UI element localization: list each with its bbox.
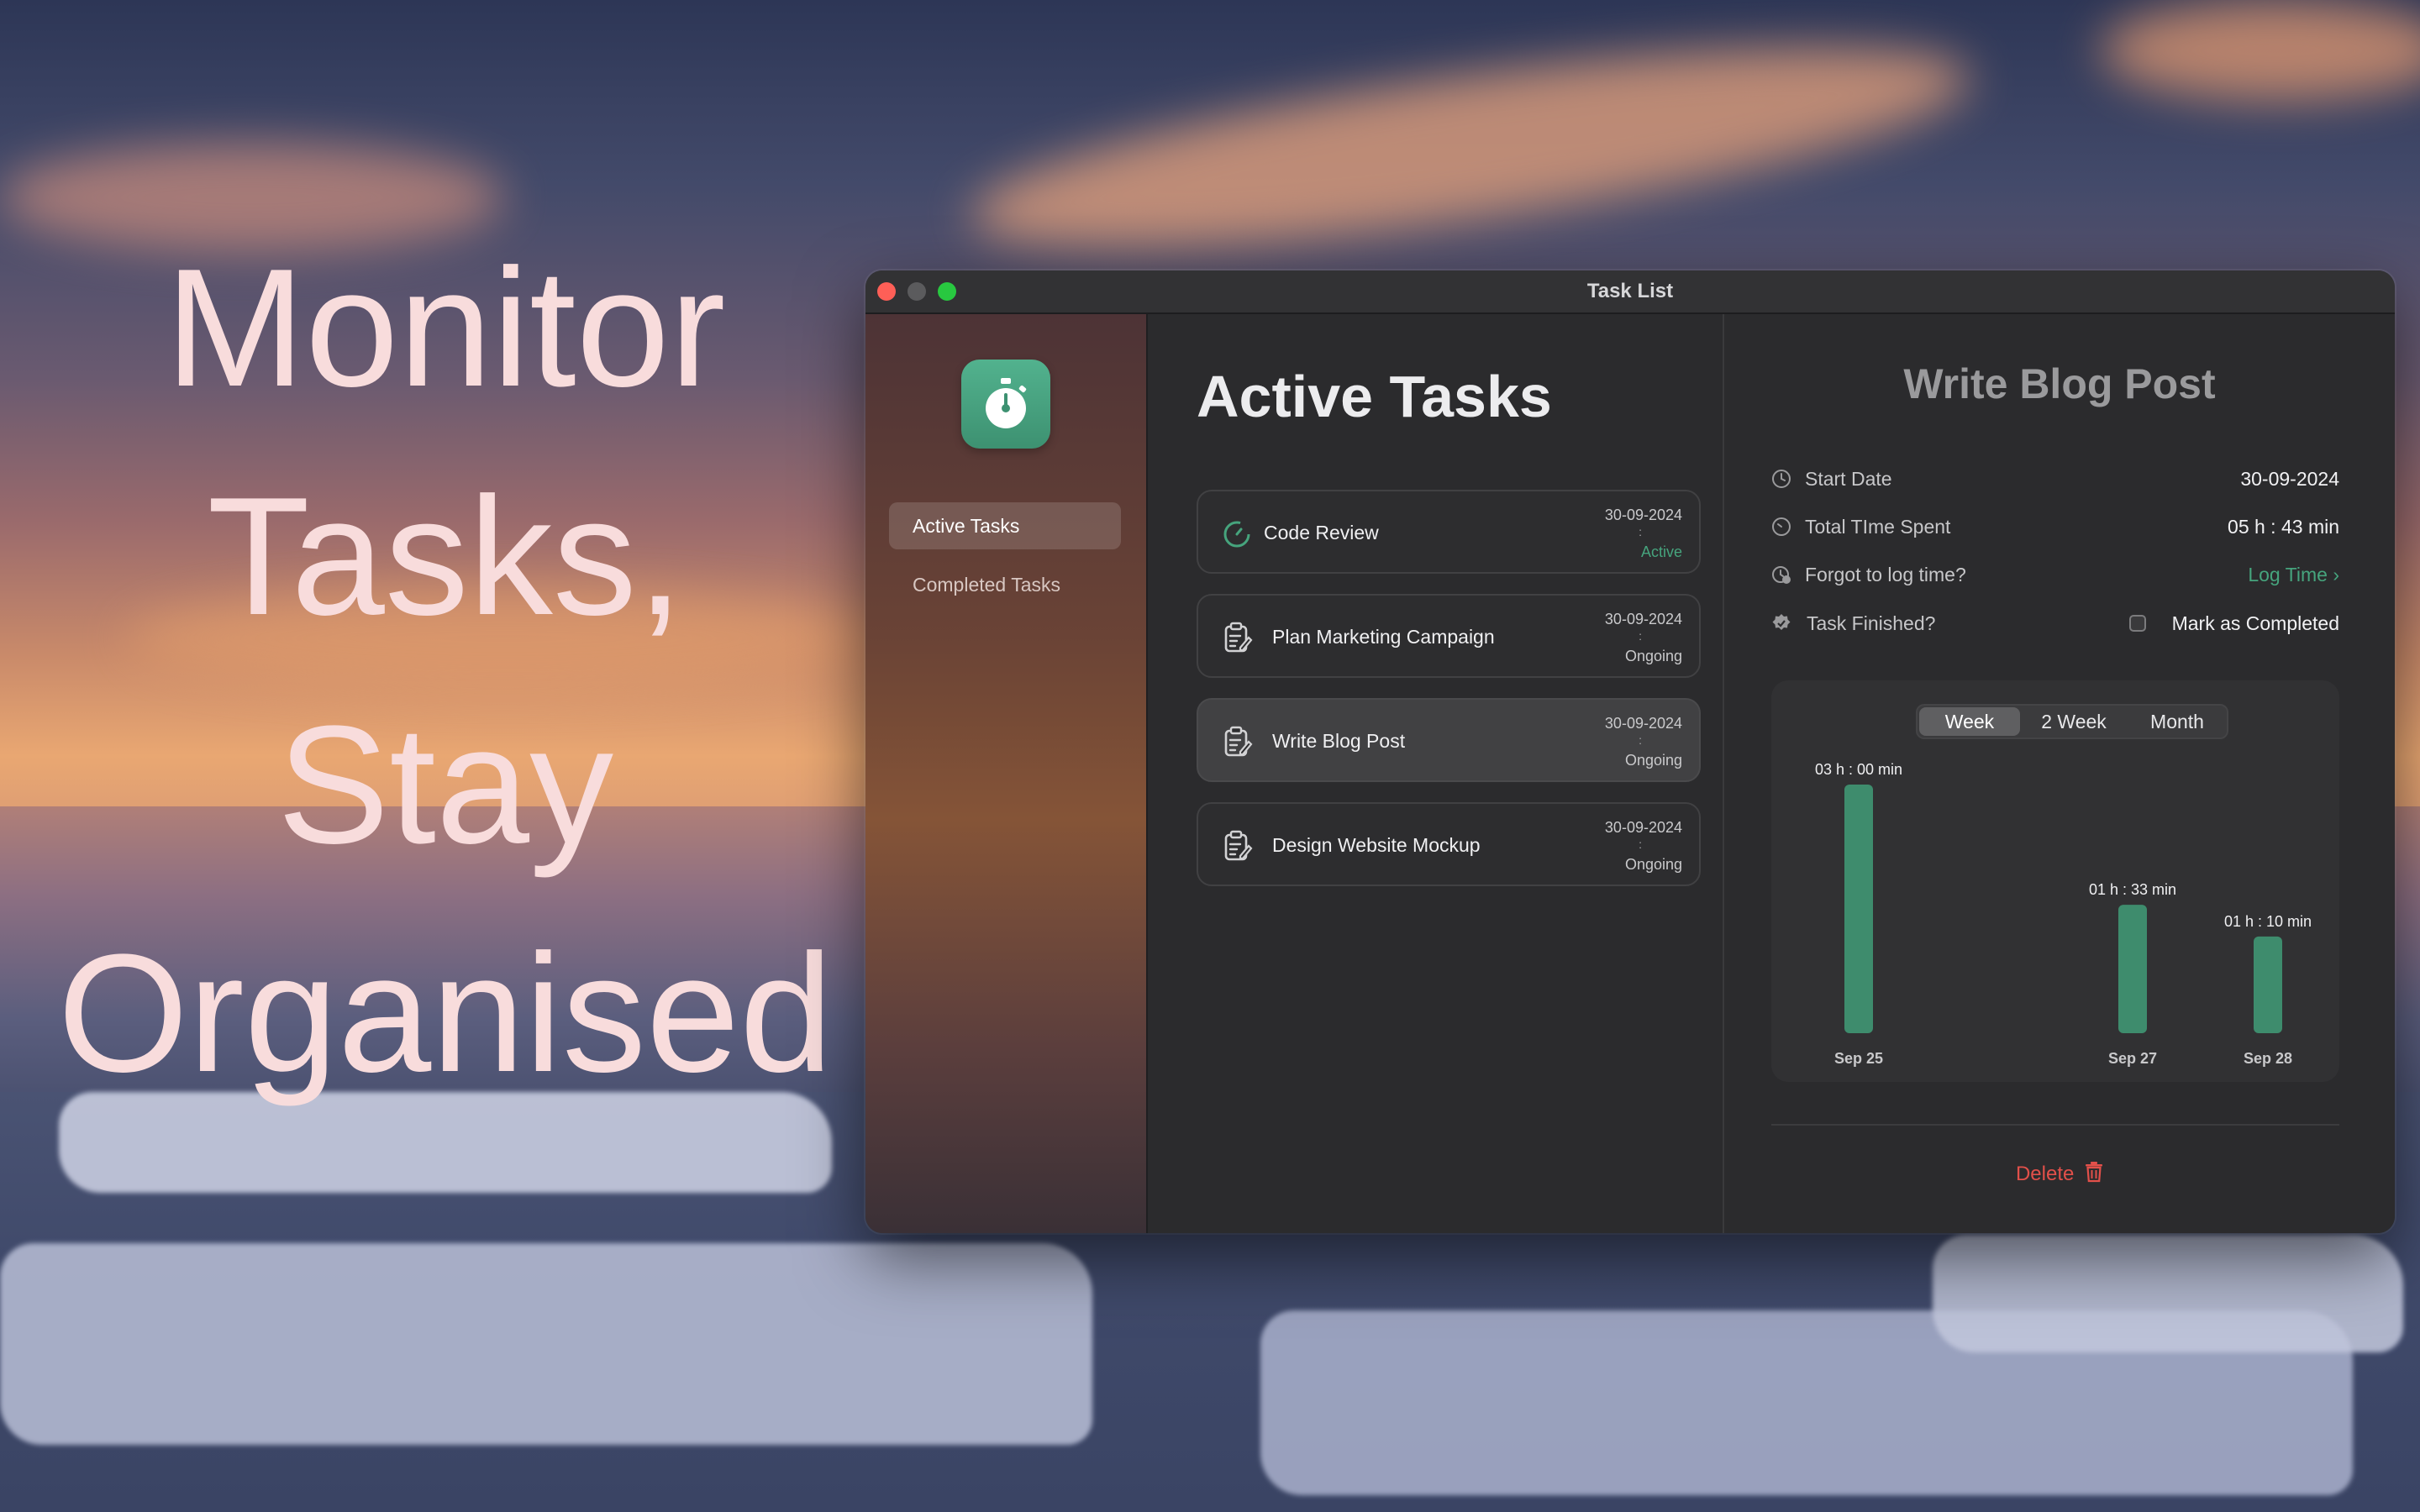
task-list-window: Task List Active Tasks Completed Tasks A… xyxy=(865,270,2395,1233)
total-time-label: Total TIme Spent xyxy=(1805,516,1951,538)
task-card[interactable]: Plan Marketing Campaign 30-09-2024: Ongoin… xyxy=(1197,594,1701,678)
task-status: Ongoing xyxy=(1624,752,1682,769)
log-time-text: Log Time xyxy=(2248,564,2328,585)
sidebar-item-completed-tasks[interactable]: Completed Tasks xyxy=(889,561,1121,608)
task-card[interactable]: Design Website Mockup 30-09-2024: Ongoing xyxy=(1197,802,1701,886)
task-separator: : xyxy=(1639,629,1642,643)
task-name: Plan Marketing Campaign xyxy=(1272,626,1495,648)
mark-completed-checkbox[interactable] xyxy=(2129,615,2146,632)
start-date-row: Start Date 30-09-2024 xyxy=(1771,462,2339,496)
task-status: Ongoing xyxy=(1624,856,1682,873)
stopwatch-icon-glyph xyxy=(986,378,1027,428)
mark-completed-label[interactable]: Mark as Completed xyxy=(2172,612,2339,635)
task-date: 30-09-2024 xyxy=(1604,715,1682,732)
trash-icon xyxy=(2086,1162,2103,1183)
chart-bar xyxy=(1844,785,1873,1033)
headline-line: Stay xyxy=(276,691,614,879)
clipboard-edit-icon xyxy=(1224,622,1253,653)
delete-label: Delete xyxy=(2015,1163,2075,1185)
chart-bar xyxy=(2118,905,2147,1033)
title-bar[interactable]: Task List xyxy=(865,270,2395,314)
task-name: Write Blog Post xyxy=(1272,730,1406,752)
task-finished-label: Task Finished? xyxy=(1807,612,1936,634)
forgot-log-row: Forgot to log time? Log Time › xyxy=(1771,558,2339,591)
promo-headline: Monitor Tasks, Stay Organised xyxy=(17,214,874,1128)
task-card[interactable]: Code Review 30-09-2024: Active xyxy=(1197,490,1701,574)
clock-alert-icon xyxy=(1772,566,1791,584)
forgot-log-label: Forgot to log time? xyxy=(1805,564,1966,585)
clipboard-edit-icon xyxy=(1224,726,1253,757)
wallpaper-ice-floe xyxy=(1933,1235,2403,1352)
chart-tick-label: Sep 28 xyxy=(2244,1050,2292,1067)
wallpaper-ice-floe xyxy=(0,1243,1092,1445)
headline-line: Organised xyxy=(57,920,834,1107)
task-date: 30-09-2024 xyxy=(1604,819,1682,836)
chart-tick-label: Sep 25 xyxy=(1834,1050,1883,1067)
chart-bar xyxy=(2254,936,2282,1033)
stopwatch-icon xyxy=(961,360,1050,449)
time-chart-card: Week 2 Week Month 03 h : 00 min 01 h : 33… xyxy=(1771,680,2339,1082)
chart-data-label: 01 h : 10 min xyxy=(2224,913,2312,930)
chart-data-label: 01 h : 33 min xyxy=(2089,881,2176,898)
delete-button[interactable]: Delete xyxy=(1724,1161,2395,1186)
chevron-right-icon: › xyxy=(2333,564,2339,585)
task-detail-pane: Write Blog Post Start Date 30-09-2024 To… xyxy=(1724,314,2395,1233)
timer-icon xyxy=(1223,521,1250,548)
task-date: 30-09-2024 xyxy=(1604,611,1682,627)
total-time-row: Total TIme Spent 05 h : 43 min xyxy=(1771,510,2339,543)
start-date-value: 30-09-2024 xyxy=(2240,468,2339,490)
task-separator: : xyxy=(1639,525,1642,538)
sidebar: Active Tasks Completed Tasks xyxy=(865,314,1148,1233)
chart-data-label: 03 h : 00 min xyxy=(1815,761,1902,778)
clipboard-edit-icon xyxy=(1224,830,1253,861)
task-name: Code Review xyxy=(1264,522,1379,543)
sidebar-item-active-tasks[interactable]: Active Tasks xyxy=(889,502,1121,549)
headline-line: Tasks, xyxy=(207,463,684,650)
task-date: 30-09-2024 xyxy=(1604,507,1682,523)
task-separator: : xyxy=(1639,837,1642,851)
log-time-link[interactable]: Log Time › xyxy=(2248,564,2339,586)
list-title: Active Tasks xyxy=(1197,364,1552,429)
task-status: Ongoing xyxy=(1624,648,1682,664)
chart-tick-label: Sep 27 xyxy=(2108,1050,2157,1067)
task-card[interactable]: Write Blog Post 30-09-2024: Ongoing xyxy=(1197,698,1701,782)
divider xyxy=(1771,1124,2339,1126)
detail-title: Write Blog Post xyxy=(1903,360,2216,407)
headline-line: Monitor xyxy=(165,234,726,422)
task-list-pane: Active Tasks Code Review 30-09-2024: Activ… xyxy=(1148,314,1724,1233)
task-separator: : xyxy=(1639,733,1642,747)
task-name: Design Website Mockup xyxy=(1272,834,1481,856)
task-status: Active xyxy=(1640,543,1682,560)
checkmark-seal-icon xyxy=(1772,614,1791,630)
window-title: Task List xyxy=(1586,280,1674,302)
task-finished-row: Task Finished? Mark as Completed xyxy=(1771,606,2339,640)
time-bar-chart: 03 h : 00 min 01 h : 33 min 01 h : 10 min S… xyxy=(1815,761,2312,1067)
clock-icon xyxy=(1772,470,1791,488)
timer-icon xyxy=(1772,517,1791,536)
start-date-label: Start Date xyxy=(1805,468,1892,490)
total-time-value: 05 h : 43 min xyxy=(2228,516,2339,538)
